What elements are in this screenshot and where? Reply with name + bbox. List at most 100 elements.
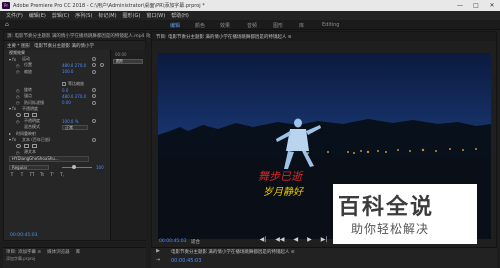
stopwatch-icon[interactable]: ◷	[16, 63, 20, 68]
track-select-tool-icon[interactable]: ⇥	[156, 257, 160, 263]
effect-controls-tab[interactable]: 源: 电影节奏分主题影 满的情小学在播场跳舞都因是的特镜起人.mp4 效果控件	[7, 33, 164, 39]
rotation-value[interactable]: 0.0	[62, 88, 68, 93]
source-text-label: 源文本	[24, 149, 36, 155]
workspace-tab-graphics[interactable]: 图形	[273, 22, 283, 29]
scale-label: 缩放	[24, 68, 32, 74]
all-caps-button[interactable]: TT	[29, 172, 35, 177]
tab-media-browser[interactable]: 媒体浏览器	[47, 249, 70, 255]
mask-shape-buttons[interactable]	[16, 143, 37, 148]
menu-graphics[interactable]: 图形(G)	[123, 12, 141, 19]
premiere-app-icon: Pr	[2, 2, 10, 9]
fx-row[interactable]: T T TT Tt T' T,	[4, 171, 110, 177]
menu-sequence[interactable]: 序列(S)	[75, 12, 92, 19]
stopwatch-icon[interactable]: ◷	[16, 100, 20, 105]
caption-line-1[interactable]: 舞步已逝	[258, 168, 302, 184]
menu-file[interactable]: 文件(F)	[6, 12, 23, 19]
workspace-tab-editing[interactable]: 编辑	[170, 22, 180, 29]
keyframe-icons[interactable]	[92, 119, 96, 124]
home-icon[interactable]: ⌂	[5, 22, 11, 28]
uniform-scale-checkbox[interactable]	[62, 82, 66, 87]
ellipse-mask-icon	[16, 143, 21, 148]
stopwatch-icon[interactable]: ◷	[16, 119, 20, 124]
position-value[interactable]: 480.0 270.0	[62, 63, 86, 68]
keyframe-icons[interactable]	[92, 100, 96, 105]
graphic-clip-bar[interactable]: 图形	[113, 59, 143, 64]
workspace-tab-audio[interactable]: 音频	[247, 22, 257, 29]
opacity-value[interactable]: 100.0 %	[62, 119, 79, 124]
step-back-icon[interactable]: ◀◀	[275, 236, 284, 243]
timeline-timecode[interactable]: 00:00:45:03	[171, 258, 202, 264]
sequence-label[interactable]: 电影节奏分主题影 满的情小学	[34, 43, 94, 49]
play-icon[interactable]: ▶	[307, 236, 312, 243]
expand-icon[interactable]: ▸	[9, 131, 11, 136]
faux-italic-button[interactable]: T	[19, 172, 25, 177]
window-title: Adobe Premiere Pro CC 2018 - C:\用户\Admin…	[13, 3, 205, 9]
fx-toggle-icon[interactable]: ▾ fx	[9, 137, 16, 142]
workspace-tab-effects[interactable]: 效果	[220, 22, 230, 29]
faux-bold-button[interactable]: T	[9, 172, 15, 177]
step-back-frame-icon[interactable]: ◀	[294, 236, 299, 243]
keyframe-icons[interactable]	[92, 88, 96, 93]
menu-clip[interactable]: 剪辑(C)	[52, 12, 69, 19]
close-button[interactable]: ✕	[484, 0, 500, 11]
window-controls: — □ ✕	[452, 0, 500, 11]
mask-shape-buttons[interactable]	[16, 112, 37, 117]
stopwatch-icon[interactable]: ◷	[16, 94, 20, 99]
program-monitor-tab[interactable]: 节目: 电影节奏分主题影 满的情小学在播场跳舞都因是的特镜起人 ≡	[152, 32, 496, 41]
antiflicker-value[interactable]: 0.00	[62, 100, 71, 105]
caption-line-2[interactable]: 岁月静好	[263, 183, 303, 198]
menu-window[interactable]: 窗口(W)	[146, 12, 165, 19]
font-style-dropdown[interactable]: Regular	[9, 164, 49, 170]
keyframe-icons[interactable]	[92, 63, 104, 68]
text-format-buttons[interactable]: T T TT Tt T' T,	[9, 172, 65, 177]
selection-tool-icon[interactable]: ▶	[156, 248, 160, 254]
subscript-button[interactable]: T,	[59, 172, 65, 177]
pen-mask-icon	[32, 112, 37, 117]
effect-controls-panel: 源: 电影节奏分主题影 满的情小学在播场跳舞都因是的特镜起人.mp4 效果控件 …	[3, 31, 164, 241]
source-label[interactable]: 主要 * 图形	[7, 43, 30, 49]
workspace-tab-editing-alt[interactable]: Editing	[322, 22, 339, 28]
tab-project[interactable]: 项目: 添加字幕 ≡	[6, 249, 41, 255]
mark-in-icon[interactable]: ◀|	[260, 236, 267, 243]
font-size-slider[interactable]	[62, 164, 92, 169]
watermark-logo: 百科全说 助你轻松解决	[333, 184, 477, 244]
reset-icons[interactable]	[92, 137, 96, 142]
reset-icons[interactable]	[92, 57, 96, 62]
fx-row[interactable]: Regular 100	[4, 163, 110, 171]
menu-marker[interactable]: 标记(M)	[98, 12, 116, 19]
menu-help[interactable]: 帮助(H)	[171, 12, 189, 19]
pen-mask-icon	[32, 143, 37, 148]
minimize-button[interactable]: —	[452, 0, 468, 11]
window-titlebar: Pr Adobe Premiere Pro CC 2018 - C:\用户\Ad…	[0, 0, 500, 11]
font-size-value[interactable]: 100	[96, 165, 104, 170]
project-file-name: 添加字幕.prproj	[6, 256, 36, 261]
keyframe-icons[interactable]	[92, 69, 96, 74]
fx-toggle-icon[interactable]: ▾ fx	[9, 106, 16, 111]
menu-edit[interactable]: 编辑(E)	[29, 12, 46, 19]
font-family-field[interactable]: HYDiangGheShouShu...	[9, 156, 89, 163]
stopwatch-icon[interactable]: ◷	[16, 69, 20, 74]
watermark-subtitle: 助你轻松解决	[351, 222, 430, 236]
blend-mode-dropdown[interactable]: 正常	[62, 124, 88, 130]
small-caps-button[interactable]: Tt	[39, 172, 45, 177]
effect-controls-timecode[interactable]: 00:00:45:03	[10, 233, 37, 238]
keyframe-icons[interactable]	[92, 94, 96, 99]
timeline-sequence-tab[interactable]: 电影节奏分主题影 满的情小学在播场跳舞都因是的特镜起人 ≡	[171, 249, 295, 255]
maximize-button[interactable]: □	[468, 0, 484, 11]
tab-libraries[interactable]: 库	[76, 249, 81, 255]
stopwatch-icon[interactable]: ◷	[16, 150, 20, 155]
timeline-panel: 电影节奏分主题影 满的情小学在播场跳舞都因是的特镜起人 ≡ 00:00:45:0…	[151, 247, 497, 268]
stopwatch-icon[interactable]: ◷	[16, 88, 20, 93]
fx-toggle-icon[interactable]: ▾ fx	[9, 57, 16, 62]
effect-controls-mini-timeline[interactable]: 00:00 图形	[110, 50, 146, 240]
anchor-value[interactable]: 480.0 270.0	[62, 94, 86, 99]
menu-bar: 文件(F) 编辑(E) 剪辑(C) 序列(S) 标记(M) 图形(G) 窗口(W…	[0, 11, 500, 20]
scale-value[interactable]: 100.0	[62, 69, 73, 74]
workspace-tab-libraries[interactable]: 库	[299, 22, 304, 29]
superscript-button[interactable]: T'	[49, 172, 55, 177]
fx-row[interactable]: HYDiangGheShouShu...	[4, 155, 110, 163]
slider-knob[interactable]	[72, 164, 76, 169]
antiflicker-label: 防闪烁滤镜	[24, 99, 44, 105]
workspace-tab-color[interactable]: 颜色	[195, 22, 205, 29]
step-forward-frame-icon[interactable]: ▶|	[321, 236, 328, 243]
